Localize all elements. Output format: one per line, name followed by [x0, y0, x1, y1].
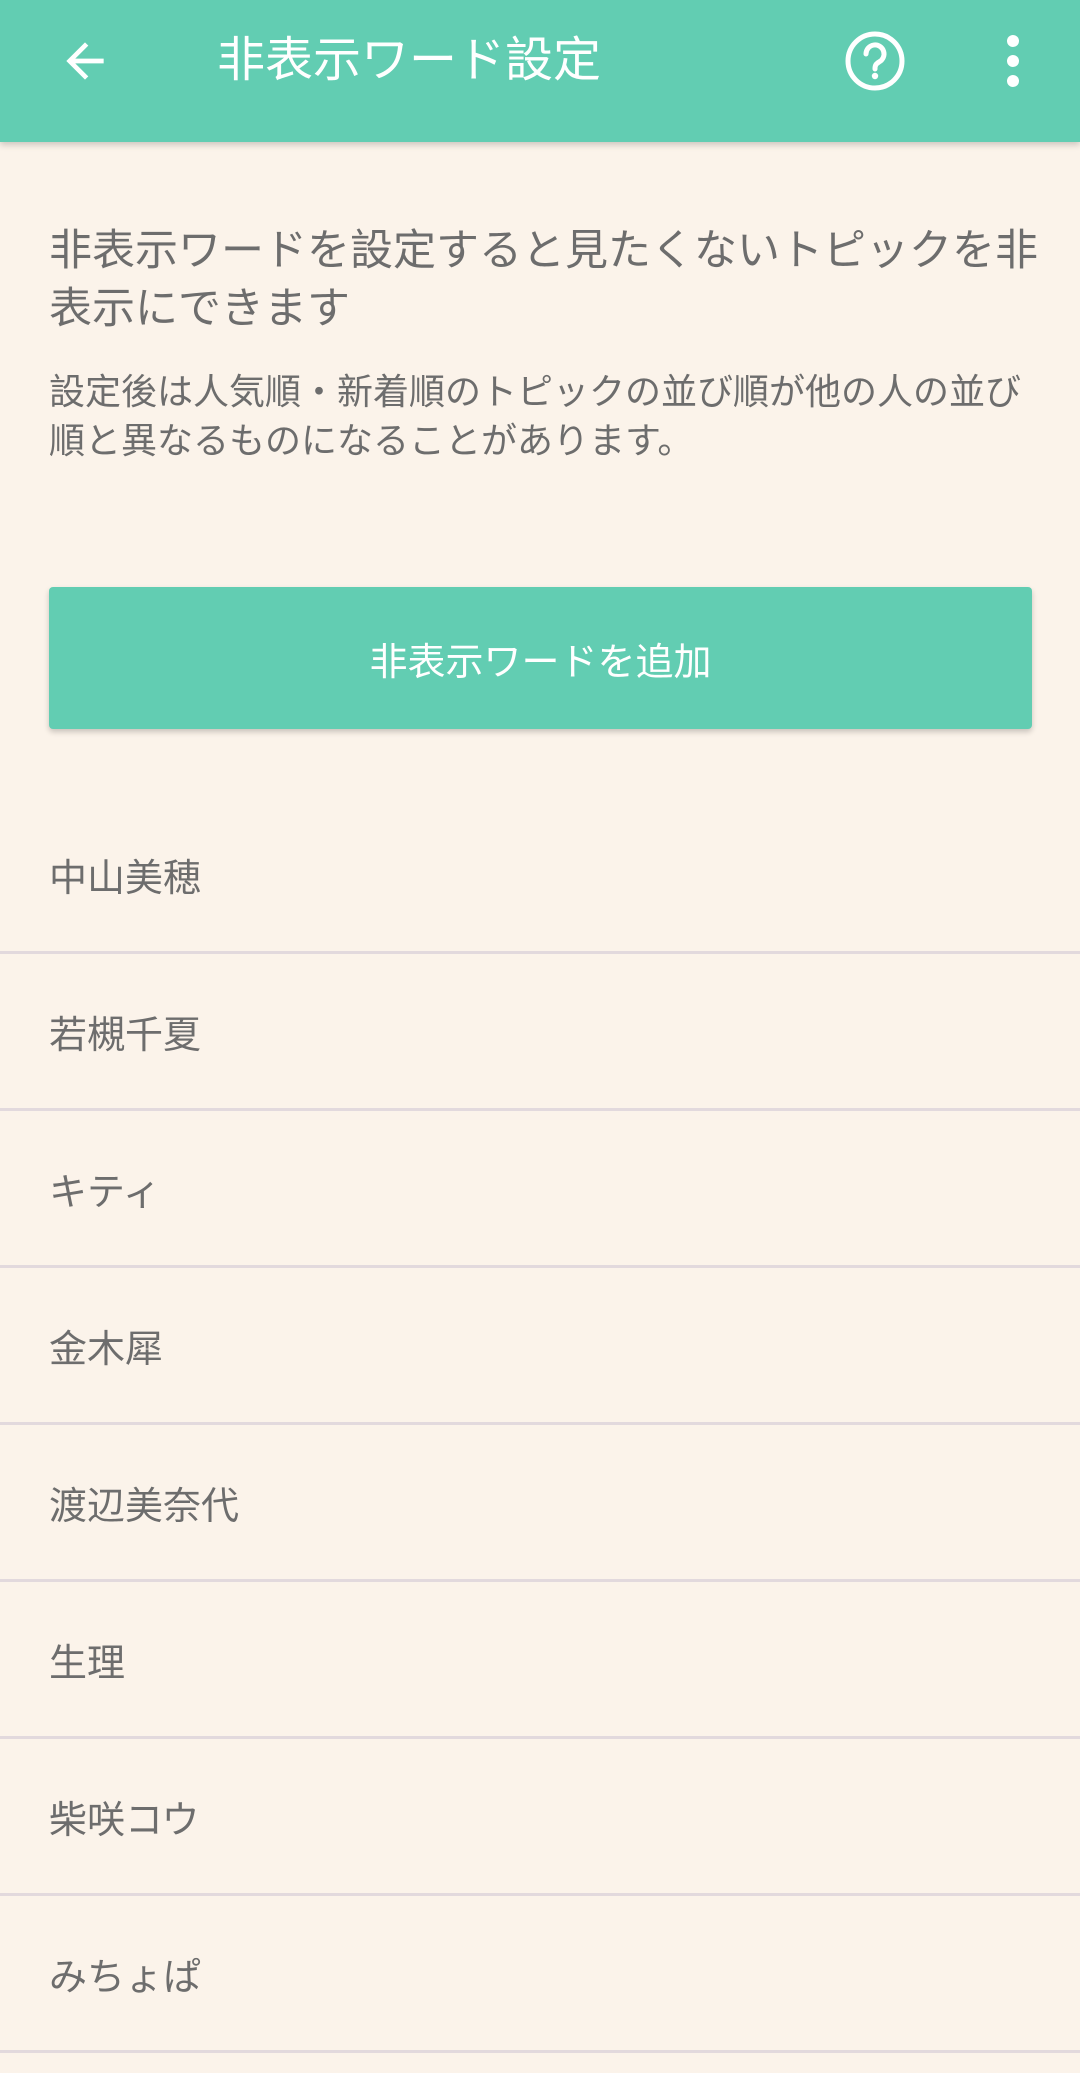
app-bar: 非表示ワード設定: [0, 0, 1080, 142]
list-item[interactable]: みちょぱ: [0, 1896, 1080, 2053]
more-vertical-icon: [1007, 35, 1019, 87]
list-item[interactable]: 渡辺美奈代: [0, 1425, 1080, 1582]
hidden-word-list: 中山美穂 若槻千夏 キティ 金木犀 渡辺美奈代 生理 柴咲コウ みちょぱ: [0, 797, 1080, 2053]
main-content: 非表示ワードを設定すると見たくないトピックを非表示にできます 設定後は人気順・新…: [0, 142, 1080, 2073]
intro-heading: 非表示ワードを設定すると見たくないトピックを非表示にできます: [49, 226, 1038, 334]
more-options-button[interactable]: [990, 26, 1036, 96]
list-item[interactable]: 柴咲コウ: [0, 1739, 1080, 1896]
intro-note: 設定後は人気順・新着順のトピックの並び順が他の人の並び順と異なるものになることが…: [49, 372, 1022, 462]
arrow-left-icon: [66, 42, 104, 80]
help-circle-icon: [845, 31, 905, 91]
list-item[interactable]: 生理: [0, 1582, 1080, 1739]
list-item[interactable]: 中山美穂: [0, 797, 1080, 954]
page-title: 非表示ワード設定: [217, 32, 602, 88]
add-hidden-word-button[interactable]: 非表示ワードを追加: [49, 587, 1032, 729]
list-item[interactable]: 若槻千夏: [0, 954, 1080, 1111]
list-item[interactable]: 金木犀: [0, 1268, 1080, 1425]
back-button[interactable]: [50, 26, 120, 96]
list-item[interactable]: キティ: [0, 1111, 1080, 1268]
help-button[interactable]: [842, 28, 908, 94]
